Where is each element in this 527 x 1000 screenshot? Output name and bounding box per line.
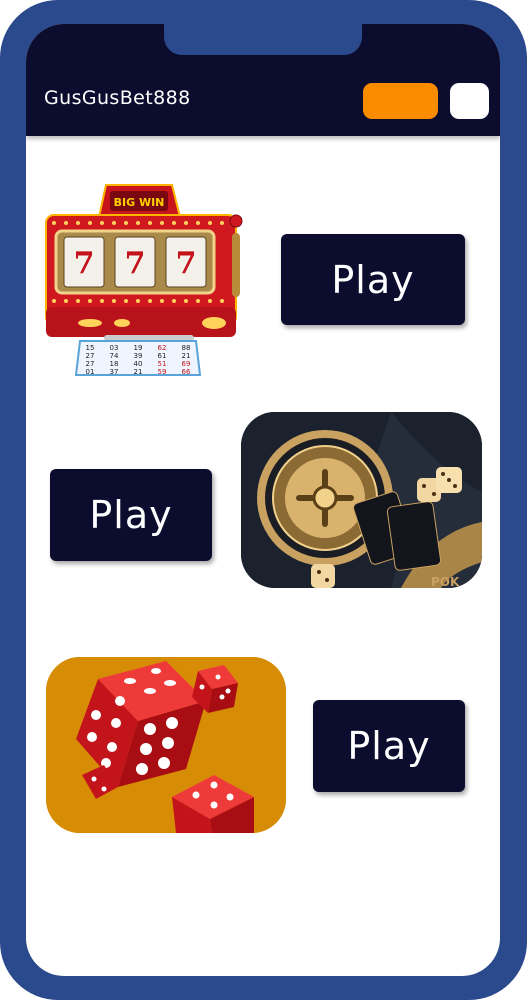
ticket-cell: 27: [86, 360, 95, 368]
dice-tile[interactable]: [46, 657, 286, 833]
reel-1: 7: [74, 246, 95, 281]
ticket-cell: 03: [110, 344, 119, 352]
ticket-cell: 74: [110, 352, 119, 360]
reel-2: 7: [125, 246, 146, 281]
ticket-cell: 18: [110, 360, 119, 368]
ticket-cell: 19: [134, 344, 143, 352]
play-button-roulette[interactable]: Play: [50, 469, 212, 561]
ticket-cell: 40: [134, 360, 143, 368]
ticket-cell: 66: [182, 368, 191, 376]
ticket-cell: 62: [158, 344, 167, 352]
white-header-button[interactable]: [450, 83, 489, 119]
ticket-cell: 88: [182, 344, 191, 352]
phone-screen: GusGusBet888 BIG WIN 7 7 7 15 03 19 62 8…: [26, 24, 500, 976]
reel-3: 7: [176, 246, 197, 281]
app-header: GusGusBet888: [26, 24, 500, 136]
ticket-cell: 51: [158, 360, 167, 368]
ticket-cell: 01: [86, 368, 95, 376]
ticket-cell: 15: [86, 344, 95, 352]
orange-header-button[interactable]: [363, 83, 438, 119]
roulette-tile[interactable]: POK: [241, 412, 482, 588]
ticket-cell: 21: [182, 352, 191, 360]
ticket-cell: 27: [86, 352, 95, 360]
big-win-text: BIG WIN: [114, 196, 165, 209]
poker-corner-text: POK: [431, 575, 460, 588]
ticket-cell: 21: [134, 368, 143, 376]
ticket-cell: 37: [110, 368, 119, 376]
roulette-icon: POK: [241, 412, 482, 588]
dice-icon: [46, 657, 286, 833]
phone-frame: GusGusBet888 BIG WIN 7 7 7 15 03 19 62 8…: [0, 0, 527, 1000]
brand-title: GusGusBet888: [44, 87, 191, 109]
ticket-cell: 59: [158, 368, 167, 376]
ticket-cell: 61: [158, 352, 167, 360]
slot-machine-icon: BIG WIN 7 7 7 15 03 19 62 88 27 74 39 61…: [45, 184, 243, 376]
phone-notch: [164, 24, 362, 55]
ticket-cell: 39: [134, 352, 143, 360]
play-button-slot[interactable]: Play: [281, 234, 465, 325]
play-button-dice[interactable]: Play: [313, 700, 465, 792]
ticket-cell: 69: [182, 360, 191, 368]
